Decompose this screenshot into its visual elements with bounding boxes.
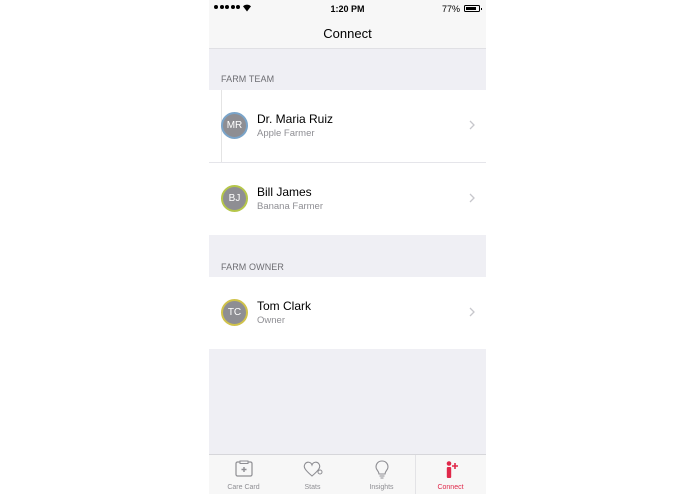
avatar-initials: MR	[226, 120, 243, 131]
tab-care-card[interactable]: Care Card	[209, 455, 278, 494]
contact-role: Apple Farmer	[257, 128, 315, 139]
tab-label: Insights	[369, 484, 394, 491]
chevron-right-icon	[469, 120, 475, 130]
contact-role: Banana Farmer	[257, 201, 324, 212]
tab-bar: Care Card Stats Insights Connect	[209, 454, 486, 494]
contact-row-tom-clark[interactable]: TC Tom Clark Owner	[209, 277, 486, 349]
tab-insights[interactable]: Insights	[347, 455, 416, 494]
avatar-initials: TC	[227, 307, 242, 318]
contact-row-maria-ruiz[interactable]: MR Dr. Maria Ruiz Apple Farmer	[209, 90, 486, 162]
contact-name: Dr. Maria Ruiz	[257, 112, 334, 126]
battery-percent: 77%	[441, 4, 460, 14]
tab-connect[interactable]: Connect	[416, 455, 485, 494]
page-title: Connect	[323, 26, 372, 41]
chevron-right-icon	[469, 193, 475, 203]
tab-label: Care Card	[227, 484, 260, 491]
lightbulb-icon	[374, 460, 389, 479]
section-header-farm-owner: FARM OWNER	[221, 262, 284, 272]
chevron-right-icon	[469, 307, 475, 317]
phone-screen: 1:20 PM 77% Connect FARM TEAM MR Dr. Mar…	[209, 0, 486, 494]
tab-label: Stats	[304, 484, 321, 491]
contact-name: Bill James	[257, 185, 312, 199]
contact-row-bill-james[interactable]: BJ Bill James Banana Farmer	[209, 163, 486, 235]
status-bar: 1:20 PM 77%	[209, 0, 486, 18]
avatar-initials: BJ	[228, 193, 241, 204]
contact-name: Tom Clark	[257, 299, 312, 313]
section-header-farm-team: FARM TEAM	[221, 74, 275, 84]
avatar: TC	[221, 299, 248, 326]
battery-icon	[464, 5, 482, 12]
tab-label: Connect	[437, 484, 464, 491]
avatar: MR	[221, 112, 248, 139]
stats-heart-icon	[303, 461, 322, 477]
avatar: BJ	[221, 185, 248, 212]
connect-person-icon	[446, 461, 458, 478]
care-card-icon	[234, 460, 253, 477]
contact-role: Owner	[257, 315, 285, 326]
tab-stats[interactable]: Stats	[278, 455, 347, 494]
navigation-bar: Connect	[209, 18, 486, 49]
